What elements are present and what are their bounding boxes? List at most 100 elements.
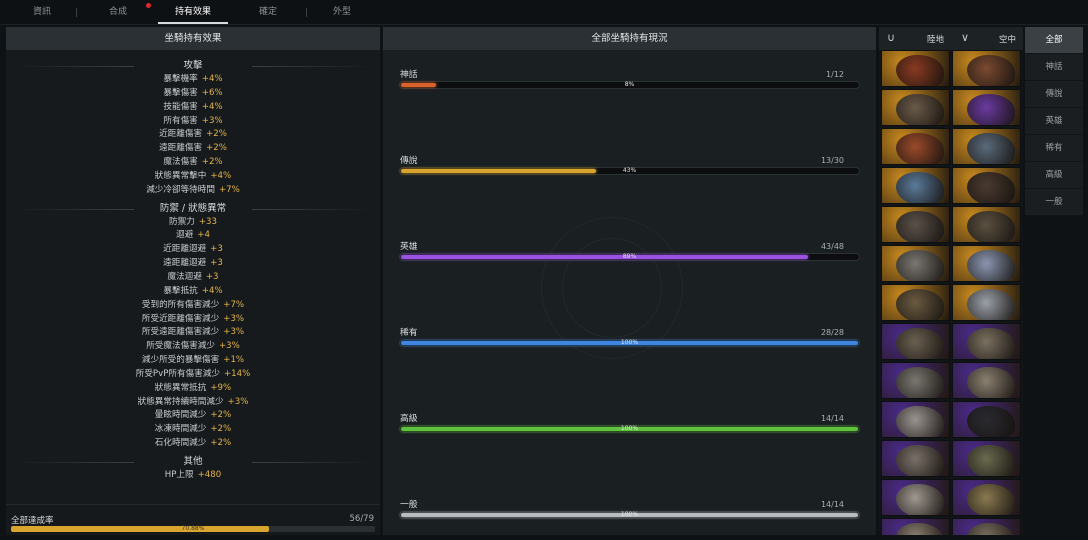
grade-progress-bar: 89% [399,253,860,261]
effect-value: +3% [218,341,240,352]
effect-row: 減少所受的暴擊傷害 +1% [6,354,380,368]
ground-mount-thumbnail[interactable] [881,401,950,438]
grade-filter-item[interactable]: 傳說 [1025,81,1083,108]
grade-status-row: 傳說 13/30 43% [399,153,860,183]
effect-label: 暴擊傷害 [163,87,198,98]
ground-mount-thumbnail[interactable] [881,89,950,126]
effect-row: 暴擊抵抗 +4% [6,285,380,299]
effect-value: +2% [206,143,227,154]
grade-progress-bar: 100% [399,511,860,519]
grade-filter-item[interactable]: 全部 [1025,27,1083,54]
air-mount-thumbnail[interactable] [952,401,1021,438]
effect-value: +3 [205,271,219,282]
air-mount-thumbnail[interactable] [952,440,1021,477]
effect-row: 遠距離傷害 +2% [6,142,380,156]
grade-filter-item[interactable]: 一般 [1025,189,1083,216]
air-mount-thumbnail[interactable] [952,128,1021,165]
effect-row: 所受近距離傷害減少 +3% [6,313,380,327]
completion-count: 56/79 [349,514,375,524]
air-mount-thumbnail[interactable] [952,206,1021,243]
effect-row: 防禦力 +33 [6,216,380,230]
ground-mount-thumbnail[interactable] [881,440,950,477]
mount-portrait [896,289,944,320]
air-mount-thumbnail[interactable] [952,518,1021,535]
effect-label: 迴避 [176,230,194,241]
air-mount-thumbnail[interactable] [952,284,1021,321]
effect-row: 暈眩時間減少 +2% [6,409,380,423]
effects-list[interactable]: 攻擊 暴擊機率 +4% 暴擊傷害 +6% 技能傷害 +4% 所有傷害 +3% 近距離傷害 +2% 遠距… [6,55,380,523]
ground-mount-thumbnail[interactable] [881,479,950,516]
effect-label: 所受魔法傷害減少 [146,341,215,352]
grade-status-row: 英雄 43/48 89% [399,239,860,269]
ground-mount-thumbnail[interactable] [881,128,950,165]
section-heading: 其他 [6,455,380,469]
effect-value: +3 [210,258,223,269]
effect-label: 所有傷害 [163,115,198,126]
air-mount-thumbnail[interactable] [952,323,1021,360]
air-mount-thumbnail[interactable] [952,167,1021,204]
completion-progress-bar: 70.88% [11,526,375,532]
owned-effects-panel: 坐騎持有效果 攻擊 暴擊機率 +4% 暴擊傷害 +6% 技能傷害 +4% 所有傷害 +3% 近距離… [6,27,380,535]
mount-portrait [967,211,1015,242]
ground-mount-thumbnail[interactable] [881,362,950,399]
grade-progress-bar: 100% [399,425,860,433]
grade-filter-item[interactable]: 高級 [1025,162,1083,189]
ground-mount-thumbnail[interactable] [881,50,950,87]
effect-row: 暴擊傷害 +6% [6,87,380,101]
air-mount-thumbnail[interactable] [952,245,1021,282]
grade-count: 13/30 [820,156,844,165]
grade-status-row: 高級 14/14 100% [399,411,860,441]
grade-filter-item[interactable]: 稀有 [1025,135,1083,162]
grade-name: 稀有 [400,328,418,338]
mount-portrait [967,445,1015,476]
tab-synthesis[interactable]: 合成 [88,0,148,24]
air-mount-thumbnail[interactable] [952,89,1021,126]
tab-appearance[interactable]: 外型 [312,0,372,24]
grade-filter-item[interactable]: 英雄 [1025,108,1083,135]
effect-row: 魔法傷害 +2% [6,156,380,170]
mount-portrait [967,172,1015,203]
effect-value: +3% [227,396,249,407]
tab-owned-effects[interactable]: 持有效果 [158,0,228,24]
effect-value: +4% [201,101,223,112]
effect-label: 石化時間減少 [154,438,207,449]
tab-divider [306,8,307,17]
effect-value: +2% [206,129,227,140]
grade-name: 神話 [400,70,418,80]
effect-value: +14% [223,368,251,379]
grade-status-row: 稀有 28/28 100% [399,325,860,355]
ground-mount-thumbnail[interactable] [881,206,950,243]
top-tab-bar: 資訊 合成 持有效果 確定 外型 [0,0,1088,25]
tab-info[interactable]: 資訊 [12,0,72,24]
effect-row: 狀態異常持續時間減少 +3% [6,396,380,410]
effect-value: +3 [210,244,223,255]
mount-portrait [896,367,944,398]
ground-mount-thumbnail[interactable] [881,284,950,321]
wing-icon: ∨ [961,31,970,44]
tab-divider [76,8,77,17]
ground-mount-thumbnail[interactable] [881,323,950,360]
ground-mount-thumbnail[interactable] [881,167,950,204]
ground-mount-thumbnail[interactable] [881,245,950,282]
tab-confirm[interactable]: 確定 [238,0,298,24]
air-mount-thumbnail[interactable] [952,362,1021,399]
air-mount-thumbnail[interactable] [952,50,1021,87]
effect-row: 受到的所有傷害減少 +7% [6,299,380,313]
grade-percent: 100% [620,339,639,346]
air-mount-thumbnail[interactable] [952,479,1021,516]
mount-portrait [967,523,1015,535]
effect-label: 受到的所有傷害減少 [141,299,220,310]
collection-status-panel: 全部坐騎持有現況 神話 1/12 8% 傳說 13/30 43% 英雄 43/48 89% 稀有 2… [383,27,876,535]
effect-value: +6% [201,87,223,98]
grade-name: 一般 [400,500,418,510]
grade-progress-bar: 43% [399,167,860,175]
grade-filter-item[interactable]: 神話 [1025,54,1083,81]
ground-mount-thumbnail[interactable] [881,518,950,535]
mount-portrait [896,328,944,359]
completion-footer: 全部達成率 56/79 70.88% [6,504,380,535]
mount-portrait [896,406,944,437]
effect-value: +2% [210,438,232,449]
effect-row: 所受PvP所有傷害減少 +14% [6,368,380,382]
effect-label: 狀態異常抵抗 [154,382,207,393]
mount-portrait [967,289,1015,320]
